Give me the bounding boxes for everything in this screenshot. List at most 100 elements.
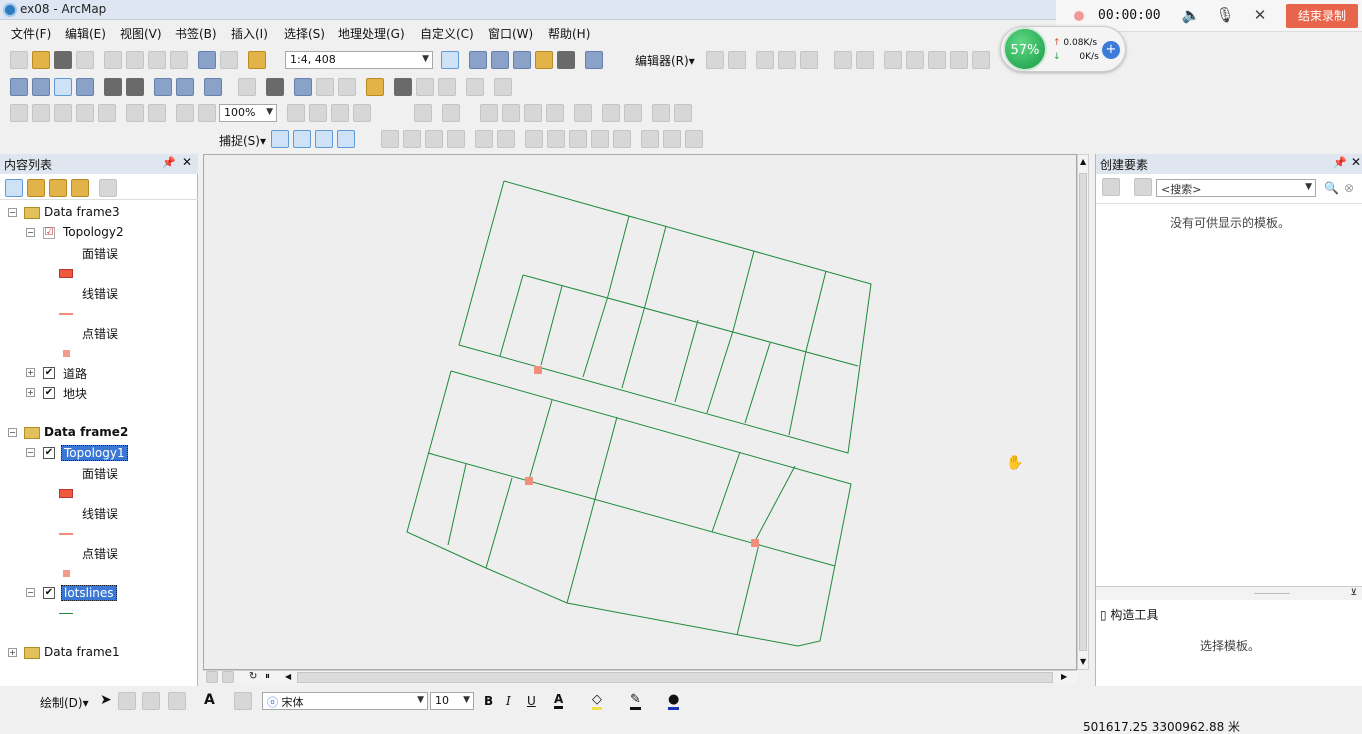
- html-popup-icon[interactable]: [338, 78, 356, 96]
- rotate-element-icon[interactable]: [118, 692, 136, 710]
- zoom-percent-combo[interactable]: 100% ▼: [219, 104, 277, 122]
- layout-view-icon[interactable]: [222, 671, 234, 683]
- close-icon[interactable]: ✕: [182, 155, 192, 169]
- zoom-out-icon[interactable]: [32, 78, 50, 96]
- fixed-zoom-in-icon[interactable]: [104, 78, 122, 96]
- error-inspector-icon[interactable]: [524, 104, 542, 122]
- validate-topology-icon[interactable]: [480, 104, 498, 122]
- table-of-contents-icon[interactable]: [469, 51, 487, 69]
- select-features-icon[interactable]: [204, 78, 222, 96]
- menu-customize[interactable]: 自定义(C): [420, 25, 474, 42]
- split-icon[interactable]: [834, 51, 852, 69]
- paste-icon[interactable]: [148, 51, 166, 69]
- straight-segment-icon[interactable]: [756, 51, 774, 69]
- data-frame1-label[interactable]: Data frame1: [44, 645, 120, 659]
- hyperlink-icon[interactable]: [316, 78, 334, 96]
- zoom-to-elements-icon[interactable]: [142, 692, 160, 710]
- topology-layer-icon[interactable]: ☑: [43, 227, 55, 239]
- close-icon[interactable]: ✕: [1249, 6, 1271, 24]
- layer-checkbox-parcels[interactable]: ✔: [43, 387, 55, 399]
- rotate-icon[interactable]: [856, 51, 874, 69]
- trace-icon[interactable]: [778, 51, 796, 69]
- layout-zoom-in-icon[interactable]: [98, 104, 116, 122]
- edit-annotation-icon[interactable]: [728, 51, 746, 69]
- error-point[interactable]: [751, 539, 759, 547]
- marker-color-icon[interactable]: ●: [668, 692, 680, 710]
- menu-windows[interactable]: 窗口(W): [488, 25, 533, 42]
- collapse-icon[interactable]: −: [26, 588, 35, 597]
- cut-polygons-icon[interactable]: [972, 51, 990, 69]
- collapse-icon[interactable]: −: [8, 428, 17, 437]
- intersect-icon[interactable]: [569, 130, 587, 148]
- point-icon[interactable]: [800, 51, 818, 69]
- list-by-drawing-order-icon[interactable]: [5, 179, 23, 197]
- menu-insert[interactable]: 插入(I): [231, 25, 268, 42]
- bold-icon[interactable]: B: [484, 694, 493, 708]
- menu-bookmarks[interactable]: 书签(B): [175, 25, 217, 42]
- data-frame3-label[interactable]: Data frame3: [44, 205, 120, 219]
- sphere-icon[interactable]: [497, 130, 515, 148]
- add-data-icon[interactable]: [248, 51, 266, 69]
- save-icon[interactable]: [54, 51, 72, 69]
- scroll-up-icon[interactable]: ▲: [1080, 157, 1086, 166]
- vertical-scroll-thumb[interactable]: [1079, 173, 1087, 651]
- error-point[interactable]: [525, 477, 533, 485]
- collapse-icon[interactable]: −: [26, 448, 35, 457]
- layer-roads-label[interactable]: 道路: [63, 365, 87, 382]
- zoom-in-icon[interactable]: [10, 78, 28, 96]
- layer-parcels-label[interactable]: 地块: [63, 385, 87, 402]
- clear-selection-icon[interactable]: [238, 78, 256, 96]
- pin-icon[interactable]: 📌: [162, 156, 176, 169]
- union-icon[interactable]: [547, 130, 565, 148]
- map-canvas[interactable]: ✋: [204, 155, 1078, 671]
- copy-parallel-icon[interactable]: [641, 130, 659, 148]
- layout-forward-icon[interactable]: [176, 104, 194, 122]
- align-edge-icon[interactable]: [685, 130, 703, 148]
- layer-checkbox-roads[interactable]: ✔: [43, 367, 55, 379]
- error-point[interactable]: [534, 366, 542, 374]
- template-filter-icon[interactable]: [1134, 178, 1152, 196]
- topology-rules-icon[interactable]: [546, 104, 564, 122]
- smooth-icon[interactable]: [403, 130, 421, 148]
- replace-geometry-icon[interactable]: [663, 130, 681, 148]
- copy-icon[interactable]: [126, 51, 144, 69]
- close-icon[interactable]: ✕: [1351, 155, 1361, 169]
- select-elements-icon[interactable]: [266, 78, 284, 96]
- editor-toolbar-icon[interactable]: [441, 51, 459, 69]
- fixed-zoom-out-icon[interactable]: [126, 78, 144, 96]
- collapse-icon[interactable]: ⊻: [1350, 588, 1357, 598]
- fix-topology-icon[interactable]: [502, 104, 520, 122]
- clear-search-icon[interactable]: ⊗: [1344, 181, 1354, 195]
- extend-icon[interactable]: [447, 130, 465, 148]
- edge-snapping-icon[interactable]: [337, 130, 355, 148]
- scale-combo[interactable]: 1:4, 408 ▼: [285, 51, 433, 69]
- new-document-icon[interactable]: [10, 51, 28, 69]
- fill-color-icon[interactable]: ◇: [592, 692, 602, 710]
- explode-icon[interactable]: [475, 130, 493, 148]
- panel-splitter[interactable]: ⊻: [1096, 586, 1362, 600]
- forward-extent-icon[interactable]: [176, 78, 194, 96]
- stop-recording-button[interactable]: 结束录制: [1286, 4, 1358, 28]
- horizontal-scroll-thumb[interactable]: [297, 672, 1053, 683]
- draw-menu[interactable]: 绘制(D)▾: [40, 694, 89, 711]
- snapping-menu[interactable]: 捕捉(S)▾: [219, 132, 266, 149]
- python-window-icon[interactable]: [557, 51, 575, 69]
- menu-selection[interactable]: 选择(S): [284, 25, 325, 42]
- list-by-visibility-icon[interactable]: [49, 179, 67, 197]
- shared-edges-icon[interactable]: [574, 104, 592, 122]
- zoom-whole-page-icon[interactable]: [10, 104, 28, 122]
- topology-options-icon[interactable]: [674, 104, 692, 122]
- scroll-right-icon[interactable]: ▶: [1061, 672, 1067, 681]
- layer-checkbox-topology1[interactable]: ✔: [43, 447, 55, 459]
- data-driven-pages-icon[interactable]: [353, 104, 371, 122]
- layer-checkbox-lotslines[interactable]: ✔: [43, 587, 55, 599]
- lotslines-label[interactable]: lotslines: [61, 585, 117, 601]
- menu-edit[interactable]: 编辑(E): [65, 25, 106, 42]
- font-color-icon[interactable]: A: [554, 692, 564, 709]
- go-to-xy-icon[interactable]: [438, 78, 456, 96]
- expand-icon[interactable]: +: [8, 648, 17, 657]
- font-size-combo[interactable]: 10 ▼: [430, 692, 474, 710]
- vertical-scrollbar[interactable]: ▲ ▼: [1077, 154, 1089, 670]
- map-view[interactable]: ✋: [203, 154, 1077, 670]
- list-by-selection-icon[interactable]: [71, 179, 89, 197]
